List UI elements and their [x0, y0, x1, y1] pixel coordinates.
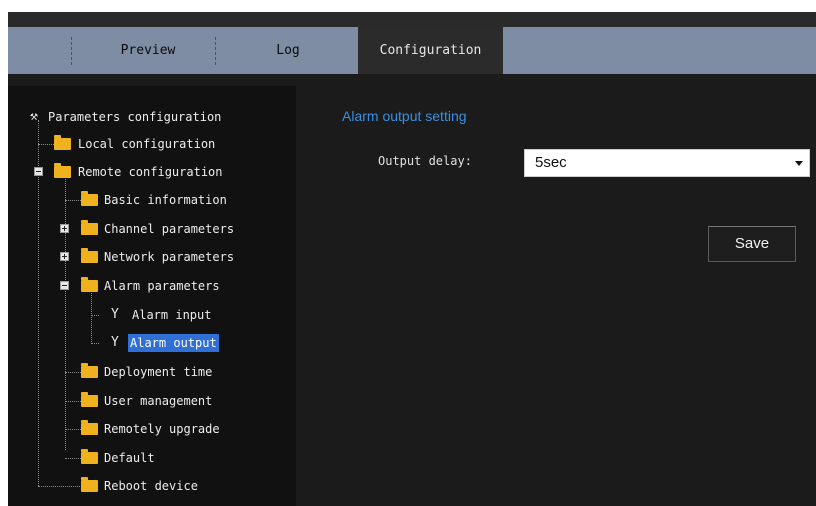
folder-icon: [81, 277, 98, 292]
tree-item-label: Alarm output: [128, 334, 219, 352]
tree-item-label: Deployment time: [104, 365, 213, 379]
tree-item-user-management[interactable]: User management: [8, 390, 296, 412]
folder-icon: [81, 363, 98, 378]
wrench-config-icon: ⚒: [30, 109, 38, 124]
folder-icon: [81, 477, 98, 492]
output-delay-select[interactable]: 5sec: [524, 149, 810, 177]
top-strip: [8, 12, 816, 27]
app-window: Preview Log Configuration ⚒ Parameters c…: [8, 12, 816, 506]
tree-item-local-configuration[interactable]: Local configuration: [8, 133, 296, 155]
tree-item-alarm-parameters[interactable]: Alarm parameters: [8, 275, 296, 297]
folder-icon: [81, 220, 98, 235]
folder-icon: [81, 449, 98, 464]
tree-item-label: User management: [104, 394, 213, 408]
tree-item-remote-configuration[interactable]: Remote configuration: [8, 161, 296, 183]
tab-bar: Preview Log Configuration: [8, 27, 816, 74]
section-title: Alarm output setting: [342, 108, 467, 124]
save-button[interactable]: Save: [708, 226, 796, 262]
expand-icon[interactable]: [60, 224, 69, 233]
tree-item-basic-information[interactable]: Basic information: [8, 189, 296, 211]
folder-icon: [54, 163, 71, 178]
tree-item-parameters-configuration[interactable]: ⚒ Parameters configuration: [8, 106, 296, 128]
tree-item-label: Default: [104, 451, 155, 465]
folder-icon: [81, 420, 98, 435]
tree-item-label: Remote configuration: [78, 165, 223, 179]
tab-preview[interactable]: Preview: [78, 27, 218, 74]
tree-item-label: Local configuration: [78, 137, 216, 151]
tree-item-reboot-device[interactable]: Reboot device: [8, 475, 296, 497]
tab-configuration[interactable]: Configuration: [358, 27, 503, 74]
tree-item-default[interactable]: Default: [8, 447, 296, 469]
tree-item-remotely-upgrade[interactable]: Remotely upgrade: [8, 418, 296, 440]
folder-icon: [54, 135, 71, 150]
tab-separator: [71, 37, 73, 65]
expand-icon[interactable]: [60, 252, 69, 261]
dropdown-arrow-icon: [795, 161, 803, 166]
tree-item-label: Basic information: [104, 193, 227, 207]
output-delay-value: 5sec: [535, 154, 567, 171]
tree-item-alarm-input[interactable]: Y Alarm input: [8, 304, 296, 326]
config-panel: Alarm output setting Output delay: 5sec …: [296, 74, 816, 506]
folder-icon: [81, 248, 98, 263]
output-delay-label: Output delay:: [378, 154, 472, 168]
folder-icon: [81, 191, 98, 206]
config-tree: ⚒ Parameters configuration Local configu…: [8, 86, 296, 506]
tree-item-label: Parameters configuration: [48, 110, 222, 124]
tree-item-label: Remotely upgrade: [104, 422, 220, 436]
tree-item-label: Network parameters: [104, 250, 235, 264]
tab-log[interactable]: Log: [218, 27, 358, 74]
tree-item-label: Alarm parameters: [104, 279, 220, 293]
wrench-icon: Y: [111, 335, 119, 350]
tree-item-label: Reboot device: [104, 479, 198, 493]
tree-item-alarm-output[interactable]: Y Alarm output: [8, 332, 296, 354]
tree-item-label: Channel parameters: [104, 222, 235, 236]
tree-item-network-parameters[interactable]: Network parameters: [8, 246, 296, 268]
collapse-icon[interactable]: [34, 167, 43, 176]
collapse-icon[interactable]: [60, 281, 69, 290]
tree-item-channel-parameters[interactable]: Channel parameters: [8, 218, 296, 240]
tree-item-label: Alarm input: [132, 308, 212, 322]
folder-icon: [81, 392, 98, 407]
tree-item-deployment-time[interactable]: Deployment time: [8, 361, 296, 383]
wrench-icon: Y: [111, 307, 119, 322]
